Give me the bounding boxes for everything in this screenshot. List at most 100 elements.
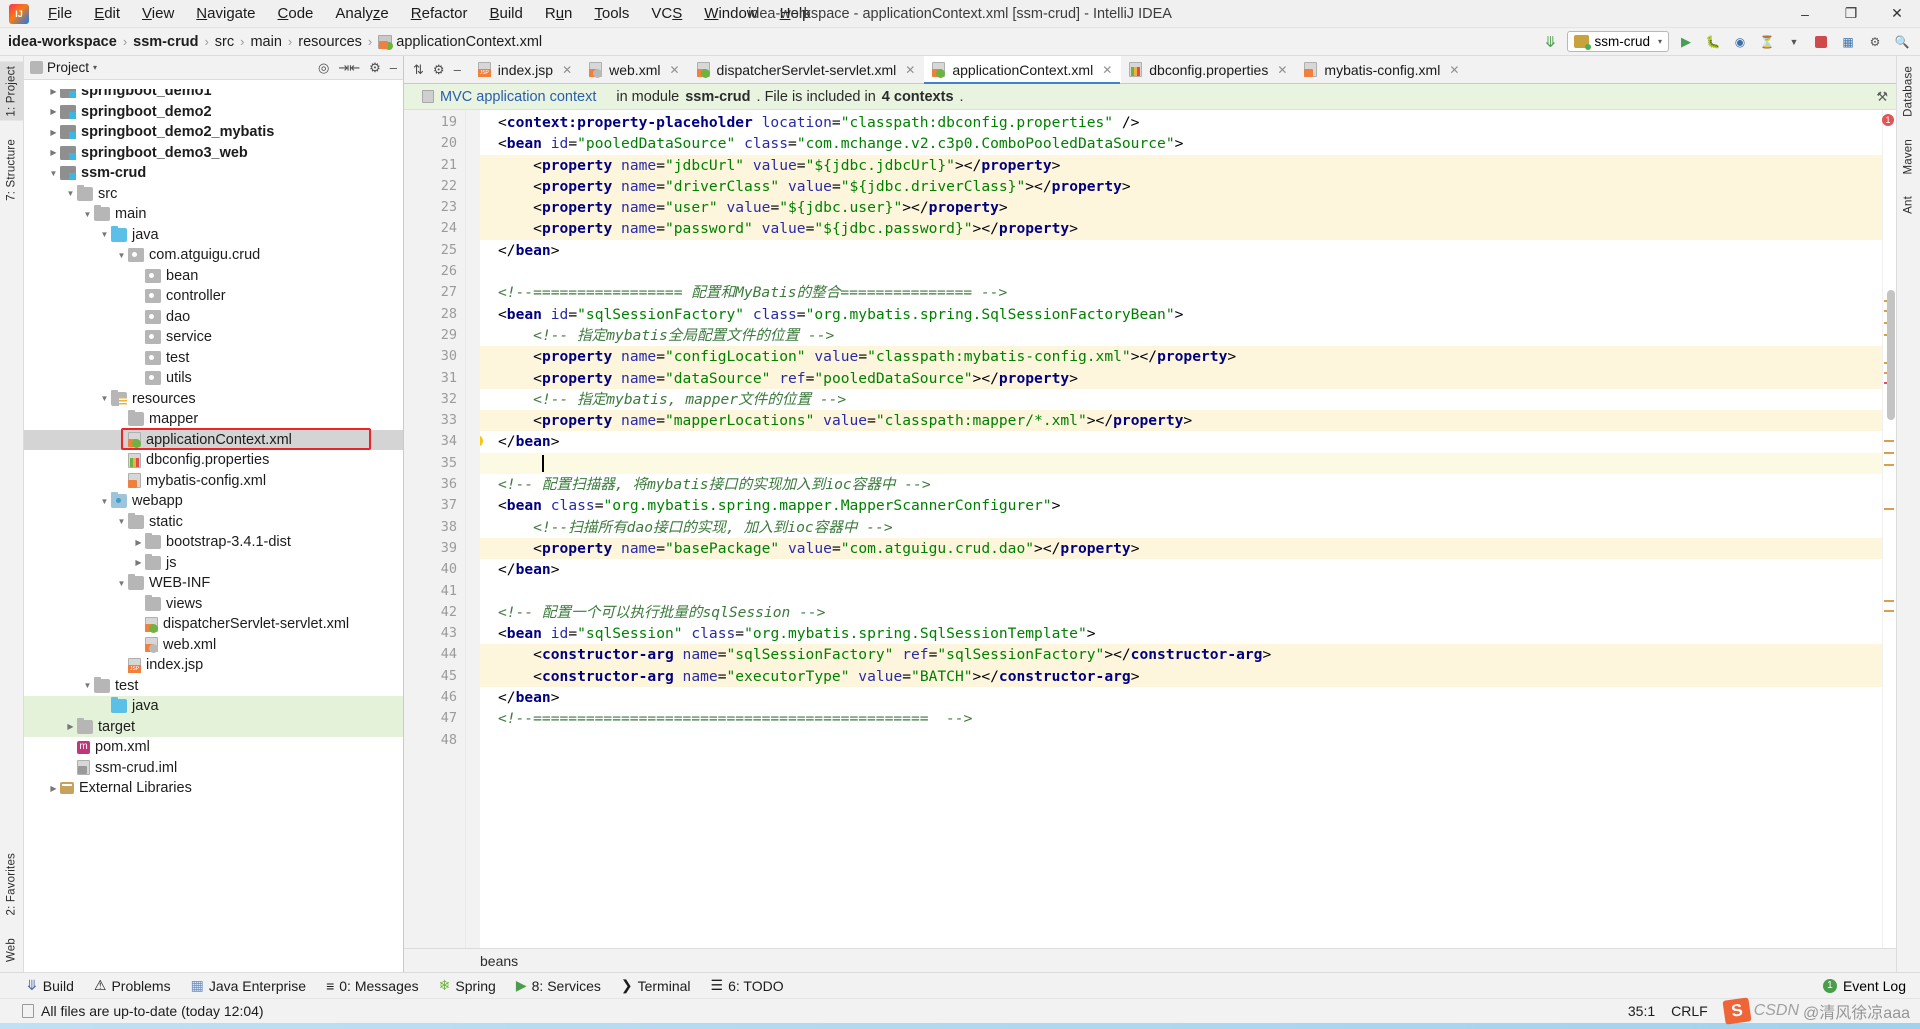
target-icon[interactable]: ◎ <box>318 60 329 76</box>
event-log-label[interactable]: Event Log <box>1843 978 1906 994</box>
rail-item-project[interactable]: 1: Project <box>0 62 23 121</box>
project-panel-title[interactable]: Project ▾ <box>30 60 97 75</box>
code-line[interactable]: </bean> <box>480 559 1882 580</box>
tree-node[interactable]: ▶ External Libraries <box>24 778 403 799</box>
code-content[interactable]: <context:property-placeholder location="… <box>480 110 1882 948</box>
toolwindow-messages[interactable]: ≡ 0: Messages <box>326 978 419 994</box>
code-line[interactable]: <!--====================================… <box>480 708 1882 729</box>
maximize-button[interactable]: ❐ <box>1828 0 1874 28</box>
breadcrumb-item-0[interactable]: idea-workspace <box>8 34 117 50</box>
menu-file[interactable]: File <box>37 2 83 25</box>
code-line[interactable]: <property name="dataSource" ref="pooledD… <box>480 367 1882 389</box>
close-icon[interactable]: ✕ <box>1277 63 1287 77</box>
rail-item-maven[interactable]: Maven <box>1897 135 1920 179</box>
chevron-right-icon[interactable]: ▶ <box>132 558 145 567</box>
chevron-right-icon[interactable]: ▶ <box>64 722 77 731</box>
settings-icon[interactable]: ⚙ <box>1865 32 1885 52</box>
code-line[interactable]: <!--扫描所有dao接口的实现, 加入到ioc容器中 --> <box>480 517 1882 538</box>
code-line[interactable]: <property name="basePackage" value="com.… <box>480 537 1882 560</box>
menu-code[interactable]: Code <box>267 2 325 25</box>
rail-item-database[interactable]: Database <box>1897 62 1920 121</box>
tree-node[interactable]: ▶ springboot_demo1 <box>24 88 403 102</box>
tree-node[interactable]: service <box>24 327 403 348</box>
tree-node[interactable]: ▼ static <box>24 512 403 533</box>
tree-node[interactable]: mybatis-config.xml <box>24 471 403 492</box>
settings-icon[interactable]: ⚙ <box>369 60 381 76</box>
run-icon[interactable]: ▶ <box>1676 32 1696 52</box>
editor-scrollbar[interactable]: 1 <box>1882 110 1896 948</box>
code-line[interactable]: <property name="password" value="${jdbc.… <box>480 218 1882 240</box>
code-line[interactable]: <bean id="sqlSessionFactory" class="org.… <box>480 304 1882 325</box>
sort-icon[interactable]: ⇅ <box>413 62 424 78</box>
editor-tab-dispatcherServlet-servlet-xml[interactable]: dispatcherServlet-servlet.xml ✕ <box>689 56 925 83</box>
breadcrumb-item-1[interactable]: ssm-crud <box>133 34 198 50</box>
collapse-all-icon[interactable]: ⇥⇤ <box>338 60 360 76</box>
tree-node[interactable]: ▼ main <box>24 204 403 225</box>
menu-window[interactable]: Window <box>693 2 768 25</box>
editor-tab-mybatis-config-xml[interactable]: mybatis-config.xml ✕ <box>1296 56 1468 83</box>
fold-gutter[interactable] <box>466 110 480 948</box>
code-line[interactable]: <property name="configLocation" value="c… <box>480 346 1882 368</box>
run-coverage-icon[interactable]: ◉ <box>1730 32 1750 52</box>
chevron-right-icon[interactable]: ▶ <box>47 89 60 96</box>
code-line[interactable]: <property name="mapperLocations" value="… <box>480 410 1882 432</box>
menu-help[interactable]: Help <box>769 2 822 25</box>
caret-position[interactable]: 35:1 <box>1628 1003 1655 1019</box>
context-count[interactable]: 4 contexts <box>882 89 954 105</box>
stop-icon[interactable] <box>1811 32 1831 52</box>
code-line[interactable]: <property name="user" value="${jdbc.user… <box>480 197 1882 219</box>
close-icon[interactable]: ✕ <box>1102 63 1112 77</box>
code-line[interactable] <box>480 261 1882 282</box>
rail-item-ant[interactable]: Ant <box>1897 192 1920 218</box>
code-line[interactable]: </bean> <box>480 687 1882 708</box>
menu-vcs[interactable]: VCS <box>640 2 693 25</box>
wrench-icon[interactable]: ⚒ <box>1876 89 1888 105</box>
context-link[interactable]: MVC application context <box>440 89 596 105</box>
tree-node[interactable]: ▼ java <box>24 225 403 246</box>
rail-item-favorites[interactable]: 2: Favorites <box>0 849 23 919</box>
tree-node[interactable]: views <box>24 594 403 615</box>
menu-view[interactable]: View <box>131 2 185 25</box>
chevron-down-icon[interactable]: ▼ <box>64 189 77 198</box>
menu-edit[interactable]: Edit <box>83 2 131 25</box>
code-line[interactable]: </bean> <box>480 240 1882 261</box>
event-log-area[interactable]: 1 Event Log <box>1822 978 1920 994</box>
breadcrumb-item-4[interactable]: resources <box>298 34 362 50</box>
editor-tabs[interactable]: index.jsp✕web.xml✕dispatcherServlet-serv… <box>470 56 1469 84</box>
tree-node[interactable]: ▼ com.atguigu.crud <box>24 245 403 266</box>
chevron-down-icon[interactable]: ▼ <box>47 169 60 178</box>
code-line[interactable]: <property name="jdbcUrl" value="${jdbc.j… <box>480 154 1882 176</box>
menu-refactor[interactable]: Refactor <box>400 2 479 25</box>
tree-node[interactable]: ssm-crud.iml <box>24 758 403 779</box>
code-line[interactable]: <bean id="pooledDataSource" class="com.m… <box>480 133 1882 154</box>
tree-node[interactable]: controller <box>24 286 403 307</box>
toolwindow-spring[interactable]: ❄ Spring <box>439 977 496 994</box>
chevron-down-icon[interactable]: ▼ <box>115 517 128 526</box>
code-line[interactable]: <context:property-placeholder location="… <box>480 112 1882 133</box>
close-icon[interactable]: ✕ <box>905 63 915 77</box>
tree-node[interactable]: ▼ ssm-crud <box>24 163 403 184</box>
tree-node[interactable]: ▼ src <box>24 184 403 205</box>
editor-tab-index-jsp[interactable]: index.jsp ✕ <box>470 56 581 83</box>
code-line[interactable] <box>480 581 1882 602</box>
tree-node[interactable]: ▼ test <box>24 676 403 697</box>
tree-node[interactable]: ▼ resources <box>24 389 403 410</box>
chevron-down-icon[interactable]: ▼ <box>81 210 94 219</box>
tree-node[interactable]: applicationContext.xml <box>24 429 403 450</box>
hide-icon[interactable]: – <box>390 60 397 75</box>
editor-tab-applicationContext-xml[interactable]: applicationContext.xml ✕ <box>924 56 1122 84</box>
hammer-icon[interactable]: ⤋ <box>1540 32 1560 52</box>
menu-analyze[interactable]: Analyze <box>324 2 399 25</box>
tree-node[interactable]: dao <box>24 307 403 328</box>
toolwindow-java-enterprise[interactable]: ▦ Java Enterprise <box>191 977 307 994</box>
menu-navigate[interactable]: Navigate <box>185 2 266 25</box>
breadcrumb-item-5[interactable]: applicationContext.xml <box>378 34 542 50</box>
menu-run[interactable]: Run <box>534 2 584 25</box>
code-line[interactable]: <!-- 配置扫描器, 将mybatis接口的实现加入到ioc容器中 --> <box>480 474 1882 495</box>
rail-item-web[interactable]: Web <box>0 934 23 966</box>
error-count-badge[interactable]: 1 <box>1882 114 1894 126</box>
settings-icon[interactable]: ⚙ <box>433 62 445 78</box>
breadcrumb-item-3[interactable]: main <box>250 34 281 50</box>
chevron-down-icon[interactable]: ▼ <box>98 394 111 403</box>
run-configuration-selector[interactable]: ssm-crud ▾ <box>1567 31 1669 52</box>
